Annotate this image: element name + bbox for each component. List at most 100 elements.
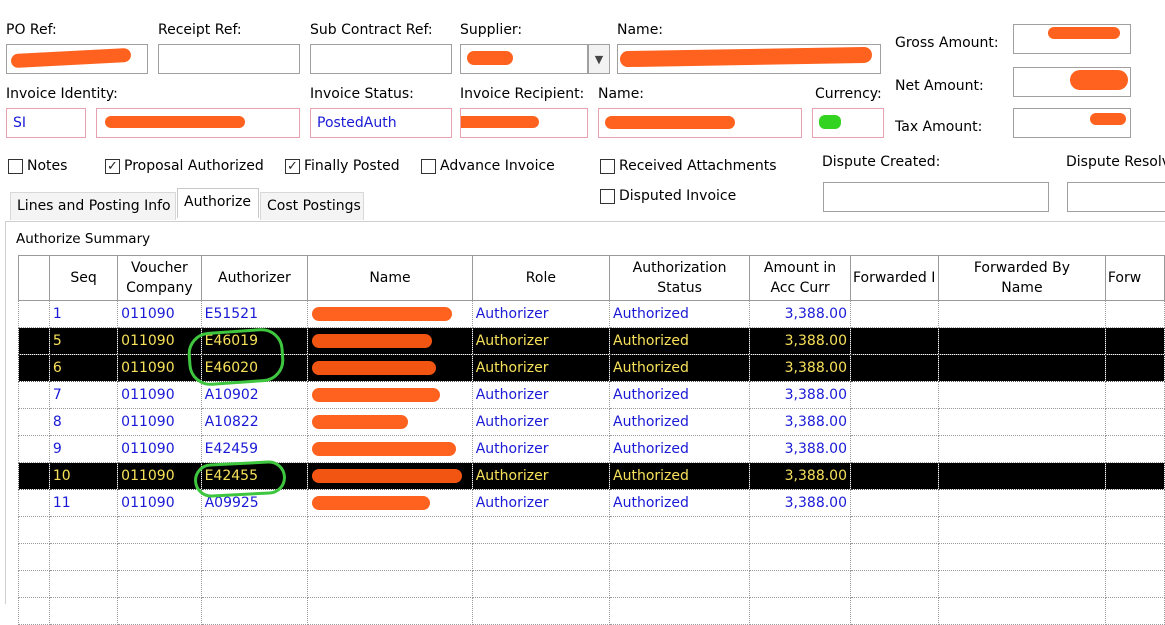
invoice-identity-name-field[interactable] <box>96 108 300 138</box>
voucher-company-cell: 011090 <box>117 462 202 490</box>
po-ref-field[interactable] <box>6 44 148 74</box>
redaction-mark <box>10 47 132 69</box>
tab-authorize[interactable]: Authorize <box>177 188 259 218</box>
currency-field[interactable] <box>812 108 884 138</box>
checkbox-box[interactable] <box>421 158 436 174</box>
empty-cell <box>18 516 50 544</box>
column-header-forw[interactable]: Forw <box>1104 255 1165 301</box>
table-row[interactable]: 10 011090 E42455 Authorizer Authorized 3,388.… <box>18 462 1165 490</box>
forw-cell <box>1104 408 1165 436</box>
tax-amount-field[interactable] <box>1013 108 1131 138</box>
column-header-forwarded-by-name[interactable]: Forwarded By Name <box>937 255 1106 301</box>
empty-cell <box>849 543 939 571</box>
name-cell <box>307 354 473 382</box>
empty-cell <box>117 570 202 598</box>
receipt-ref-field[interactable] <box>158 44 300 74</box>
empty-cell <box>48 597 119 625</box>
row-header-cell <box>18 381 50 409</box>
recipient-name-label: Name: <box>598 86 645 102</box>
redaction-mark <box>605 116 735 129</box>
received-attachments-checkbox[interactable]: Received Attachments <box>600 158 777 174</box>
empty-cell <box>48 516 119 544</box>
checkmark-icon[interactable]: ✓ <box>285 158 300 174</box>
column-header-seq[interactable]: Seq <box>48 255 119 301</box>
disputed-invoice-checkbox[interactable]: Disputed Invoice <box>600 188 736 204</box>
empty-cell <box>849 570 939 598</box>
column-header-role[interactable]: Role <box>471 255 611 301</box>
tab-cost-postings[interactable]: Cost Postings <box>260 192 364 220</box>
empty-cell <box>849 597 939 625</box>
empty-cell <box>307 597 473 625</box>
forw-cell <box>1104 381 1165 409</box>
name-cell <box>307 489 473 517</box>
forwarded-by-name-cell <box>937 435 1106 463</box>
column-header-forwarded[interactable]: Forwarded I <box>849 255 939 301</box>
checkmark-icon[interactable]: ✓ <box>105 158 120 174</box>
empty-table-row <box>18 597 1165 625</box>
po-ref-label: PO Ref: <box>6 22 57 38</box>
notes-checkbox[interactable]: Notes <box>8 158 67 174</box>
table-row[interactable]: 9 011090 E42459 Authorizer Authorized 3,388.0… <box>18 435 1165 463</box>
empty-cell <box>1104 516 1165 544</box>
name-cell <box>307 327 473 355</box>
checkbox-box[interactable] <box>8 158 23 174</box>
seq-cell: 6 <box>48 354 119 382</box>
empty-cell <box>937 570 1106 598</box>
sub-contract-ref-field[interactable] <box>310 44 452 74</box>
recipient-name-field[interactable] <box>598 108 802 138</box>
empty-cell <box>200 570 309 598</box>
table-row[interactable]: 1 011090 E51521 Authorizer Authorized 3,388.0… <box>18 300 1165 328</box>
supplier-label: Supplier: <box>460 22 523 38</box>
empty-table-row <box>18 516 1165 544</box>
column-header-authorization-status[interactable]: Authorization Status <box>609 255 751 301</box>
table-row[interactable]: 11 011090 A09925 Authorizer Authorized 3,388.… <box>18 489 1165 517</box>
notes-checkbox-label: Notes <box>27 158 68 174</box>
advance-invoice-label: Advance Invoice <box>440 158 555 174</box>
amount-cell: 3,388.00 <box>749 354 851 382</box>
empty-cell <box>471 597 611 625</box>
empty-cell <box>849 516 939 544</box>
empty-cell <box>937 543 1106 571</box>
amount-cell: 3,388.00 <box>749 408 851 436</box>
empty-cell <box>471 570 611 598</box>
voucher-company-cell: 011090 <box>117 408 202 436</box>
column-header-authorizer[interactable]: Authorizer <box>200 255 309 301</box>
voucher-company-cell: 011090 <box>117 435 202 463</box>
table-row[interactable]: 8 011090 A10822 Authorizer Authorized 3,388.0… <box>18 408 1165 436</box>
advance-invoice-checkbox[interactable]: Advance Invoice <box>421 158 555 174</box>
forwarded-cell <box>849 435 939 463</box>
empty-cell <box>1104 570 1165 598</box>
checkbox-box[interactable] <box>600 158 615 174</box>
sub-contract-ref-label: Sub Contract Ref: <box>310 22 433 38</box>
invoice-identity-field[interactable]: SI <box>6 108 86 138</box>
net-amount-field[interactable] <box>1013 67 1131 97</box>
invoice-recipient-field[interactable] <box>460 108 588 138</box>
gross-amount-field[interactable] <box>1013 24 1131 54</box>
empty-cell <box>307 543 473 571</box>
redaction-mark <box>467 51 513 65</box>
empty-cell <box>749 597 851 625</box>
empty-cell <box>18 543 50 571</box>
invoice-status-field[interactable]: PostedAuth <box>310 108 452 138</box>
dispute-created-field[interactable] <box>823 182 1049 212</box>
proposal-authorized-checkbox[interactable]: ✓ Proposal Authorized <box>105 158 264 174</box>
role-cell: Authorizer <box>471 327 611 355</box>
tab-lines-and-posting-info[interactable]: Lines and Posting Info <box>10 192 176 220</box>
column-header-name[interactable]: Name <box>307 255 473 301</box>
forwarded-by-name-cell <box>937 408 1106 436</box>
finally-posted-checkbox[interactable]: ✓ Finally Posted <box>285 158 400 174</box>
column-header-voucher-company[interactable]: Voucher Company <box>117 255 202 301</box>
column-header-amount[interactable]: Amount in Acc Curr <box>749 255 851 301</box>
redaction-mark <box>312 496 431 510</box>
supplier-field[interactable] <box>460 44 588 74</box>
checkbox-box[interactable] <box>600 188 615 204</box>
table-row[interactable]: 7 011090 A10902 Authorizer Authorized 3,388.0… <box>18 381 1165 409</box>
voucher-company-cell: 011090 <box>117 300 202 328</box>
row-header-cell <box>18 435 50 463</box>
supplier-dropdown-button[interactable]: ▼ <box>588 44 610 74</box>
dispute-resolved-field[interactable] <box>1067 182 1165 212</box>
forw-cell <box>1104 300 1165 328</box>
supplier-name-field[interactable] <box>617 44 881 74</box>
forwarded-cell <box>849 354 939 382</box>
authorize-summary-table: Seq Voucher Company Authorizer Name Role … <box>18 255 1165 625</box>
